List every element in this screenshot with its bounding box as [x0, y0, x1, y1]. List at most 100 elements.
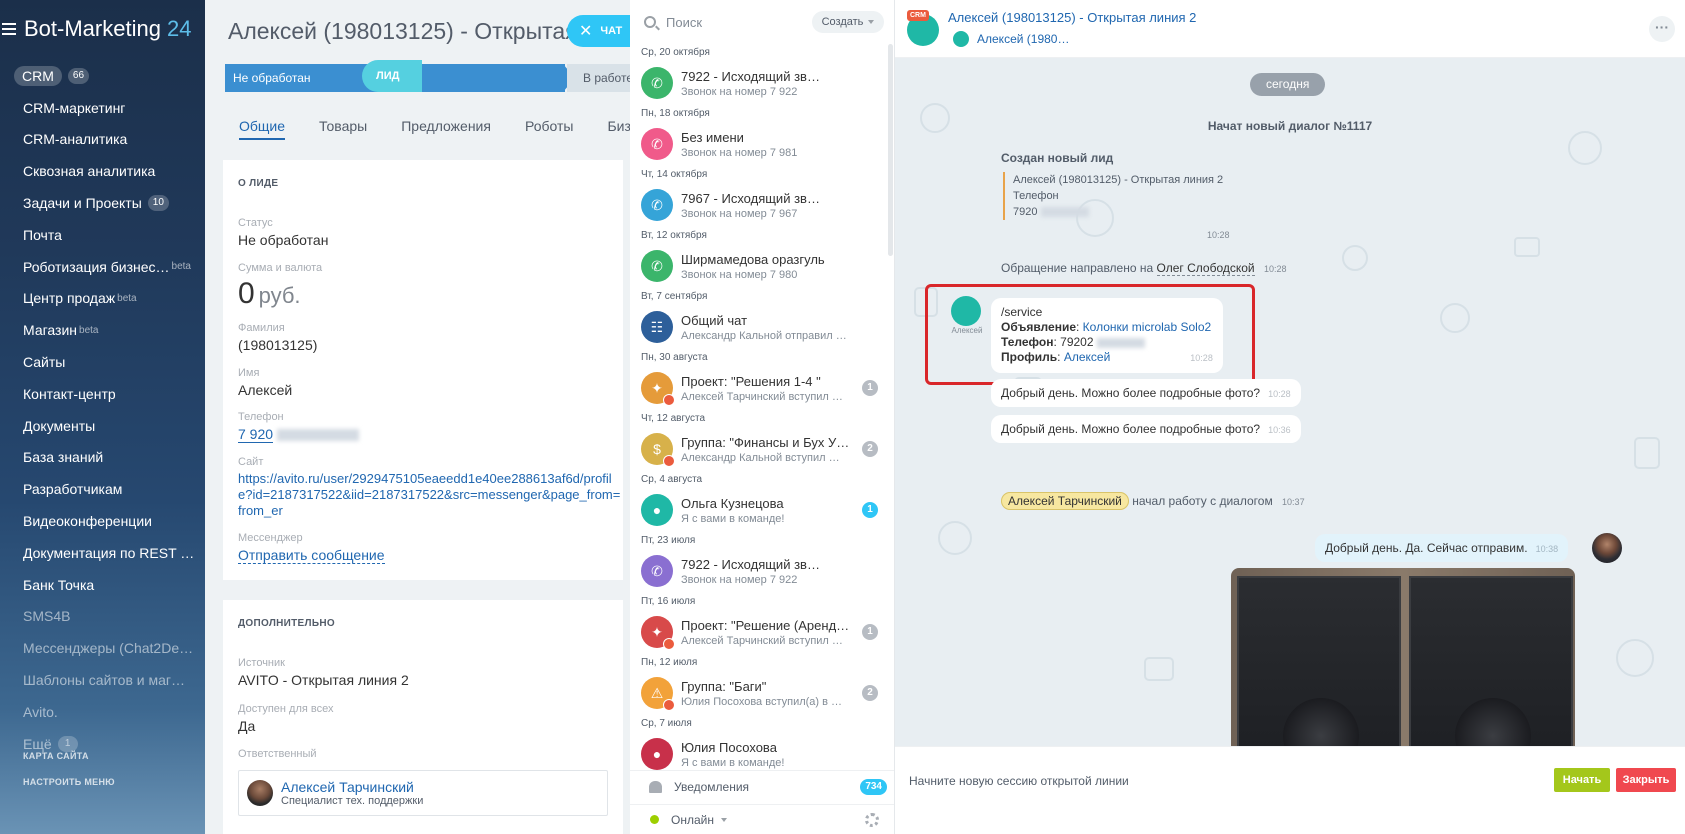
- field-source: Источник AVITO - Открытая линия 2: [238, 657, 409, 688]
- speakers-photo[interactable]: [1231, 568, 1575, 746]
- lead-tab[interactable]: Роботы: [525, 118, 573, 140]
- close-icon[interactable]: ✕: [579, 21, 592, 41]
- sidebar-item[interactable]: Сквозная аналитика: [0, 155, 205, 187]
- configure-menu-link[interactable]: НАСТРОИТЬ МЕНЮ: [23, 777, 115, 787]
- chat-preview: Я с вами в команде!: [681, 756, 785, 769]
- sidebar-item-label: Документация по REST …: [23, 544, 195, 561]
- search-input[interactable]: [666, 14, 806, 30]
- unread-badge: 1: [862, 624, 878, 640]
- list-item[interactable]: ☷ Общий чат Александр Кальной отправил пр…: [630, 305, 888, 349]
- list-item[interactable]: ✦ Проект: "Решение (Аренда… Алексей Тарчин…: [630, 610, 888, 654]
- chat-list-scrollbar[interactable]: [888, 44, 893, 256]
- sidebar-item[interactable]: SMS4B: [0, 601, 205, 633]
- sidebar-item[interactable]: Шаблоны сайтов и маг…: [0, 664, 205, 696]
- sidebar-item[interactable]: Контакт-центр: [0, 378, 205, 410]
- date-separator: Пн, 12 июля: [641, 657, 698, 668]
- sidebar-item[interactable]: Разработчикам: [0, 473, 205, 505]
- sidebar-item-label: CRM-маркетинг: [23, 99, 126, 116]
- sidebar-item[interactable]: Документация по REST …: [0, 537, 205, 569]
- list-item[interactable]: ✦ Проект: "Решения 1-4 " Алексей Тарчински…: [630, 366, 888, 410]
- list-item[interactable]: ✆ 7967 - Исходящий зв… Звонок на номер 7 9…: [630, 183, 888, 227]
- sidebar-item[interactable]: Документы: [0, 410, 205, 442]
- sidebar-item[interactable]: Центр продаж beta: [0, 283, 205, 315]
- chat-preview: Юлия Посохова вступил(а) в …: [681, 695, 843, 708]
- sidebar-item[interactable]: CRM-аналитика: [0, 124, 205, 156]
- dialog-participant[interactable]: Алексей (1980…: [977, 32, 1069, 46]
- responsible-name[interactable]: Алексей Тарчинский: [281, 779, 423, 795]
- sidebar-item[interactable]: Задачи и Проекты 10: [0, 187, 205, 219]
- sidebar-item[interactable]: Сайты: [0, 346, 205, 378]
- stage-in-work[interactable]: В работе: [567, 64, 630, 92]
- dialog-header: CRM Алексей (198013125) - Открытая линия…: [895, 0, 1685, 58]
- create-button[interactable]: Создать: [812, 11, 884, 33]
- date-separator: Пт, 16 июля: [641, 596, 696, 607]
- lead-tab[interactable]: Общие: [239, 118, 286, 140]
- sidebar-item-label: Документы: [23, 417, 96, 434]
- send-message-link[interactable]: Отправить сообщение: [238, 547, 385, 564]
- dialog-footer: Начните новую сессию открытой линии Нача…: [895, 746, 1685, 834]
- sidebar-item[interactable]: Мессенджеры (Chat2De…: [0, 632, 205, 664]
- blurred-phone: [276, 429, 359, 442]
- phone-icon: ✆: [641, 555, 673, 587]
- speaker-left: [1237, 576, 1401, 746]
- phone-link[interactable]: 7 920: [238, 426, 274, 443]
- list-item[interactable]: ✆ Ширмамедова оразгуль Звонок на номер 7 9…: [630, 244, 888, 288]
- chevron-down-icon: [868, 20, 875, 24]
- operator-name[interactable]: Алексей Тарчинский: [1001, 492, 1129, 510]
- brand-name[interactable]: Bot-Marketing: [24, 16, 161, 42]
- lead-title: Алексей (198013125) - Открытая: [228, 18, 578, 44]
- incoming-message: Добрый день. Можно более подробные фото?…: [991, 379, 1301, 407]
- dialog-title[interactable]: Алексей (198013125) - Открытая линия 2: [948, 10, 1196, 25]
- participant-avatar[interactable]: [951, 29, 971, 49]
- list-item[interactable]: ✆ 7922 - Исходящий зв… Звонок на номер 7 9…: [630, 549, 888, 593]
- bell-icon: [649, 780, 662, 793]
- date-separator: Вт, 7 сентября: [641, 291, 708, 302]
- sidebar-item[interactable]: Банк Точка: [0, 569, 205, 601]
- responsible-user[interactable]: Алексей Тарчинский Специалист тех. подде…: [238, 770, 608, 816]
- beta-badge: beta: [79, 324, 99, 336]
- message-time: 10:28: [1207, 230, 1230, 240]
- more-menu-icon[interactable]: ···: [1649, 16, 1675, 42]
- lead-tab[interactable]: Предложения: [401, 118, 491, 140]
- sitemap-link[interactable]: КАРТА САЙТА: [23, 751, 89, 761]
- gear-icon[interactable]: [865, 813, 879, 827]
- sidebar-item-label: Роботизация бизнес…: [23, 258, 170, 275]
- lead-tab[interactable]: Бизнес: [607, 118, 630, 140]
- list-item[interactable]: ⚠ Группа: "Баги" Юлия Посохова вступил(а) …: [630, 671, 888, 715]
- sidebar-item[interactable]: CRM 66: [0, 60, 205, 92]
- operator-avatar[interactable]: [1592, 533, 1622, 563]
- dialog-panel: CRM Алексей (198013125) - Открытая линия…: [895, 0, 1685, 834]
- sidebar-item[interactable]: Видеоконференции: [0, 505, 205, 537]
- lead-tab[interactable]: Товары: [319, 118, 367, 140]
- quote-title[interactable]: Алексей (198013125) - Открытая линия 2: [1013, 172, 1223, 188]
- sidebar-item-label: Avito.: [23, 703, 58, 720]
- start-button[interactable]: Начать: [1554, 768, 1610, 792]
- date-separator: Пн, 30 августа: [641, 352, 708, 363]
- list-item[interactable]: ● Ольга Кузнецова Я с вами в команде! 1: [630, 488, 888, 532]
- list-item[interactable]: ✆ 7922 - Исходящий зв… Звонок на номер 7 9…: [630, 61, 888, 105]
- menu-burger-icon[interactable]: [2, 23, 16, 35]
- field-messenger: Мессенджер Отправить сообщение: [238, 532, 385, 564]
- sidebar-item[interactable]: База знаний: [0, 442, 205, 474]
- user-icon: ●: [641, 738, 673, 770]
- sidebar-item[interactable]: Магазин beta: [0, 314, 205, 346]
- chat-slider-tab[interactable]: ✕ ЧАТ: [567, 15, 635, 47]
- project-icon: ✦: [641, 372, 675, 406]
- sidebar-item[interactable]: Avito.: [0, 696, 205, 728]
- close-button[interactable]: Закрыть: [1616, 768, 1676, 792]
- status-row[interactable]: Онлайн: [630, 804, 894, 834]
- site-link[interactable]: https://avito.ru/user/2929475105eaeedd1e…: [238, 471, 623, 519]
- sidebar-item-label: Шаблоны сайтов и маг…: [23, 672, 186, 689]
- list-item[interactable]: $ Группа: "Финансы и Бух Уч… Александр Кал…: [630, 427, 888, 471]
- sidebar-item[interactable]: Почта: [0, 219, 205, 251]
- forwarded-notice: Обращение направлено на Олег Слободской …: [1001, 261, 1287, 276]
- lead-slider-tab[interactable]: ЛИД: [362, 60, 422, 92]
- notifications-count: 734: [860, 779, 887, 795]
- notifications-row[interactable]: Уведомления 734: [630, 770, 894, 802]
- chat-preview: Александр Кальной отправил пр…: [681, 329, 851, 342]
- sidebar-item[interactable]: Роботизация бизнес… beta: [0, 251, 205, 283]
- forwarded-operator[interactable]: Олег Слободской: [1156, 261, 1255, 276]
- list-item[interactable]: ✆ Без имени Звонок на номер 7 981: [630, 122, 888, 166]
- sidebar-item[interactable]: CRM-маркетинг: [0, 92, 205, 124]
- open-lines-icon: [663, 394, 675, 406]
